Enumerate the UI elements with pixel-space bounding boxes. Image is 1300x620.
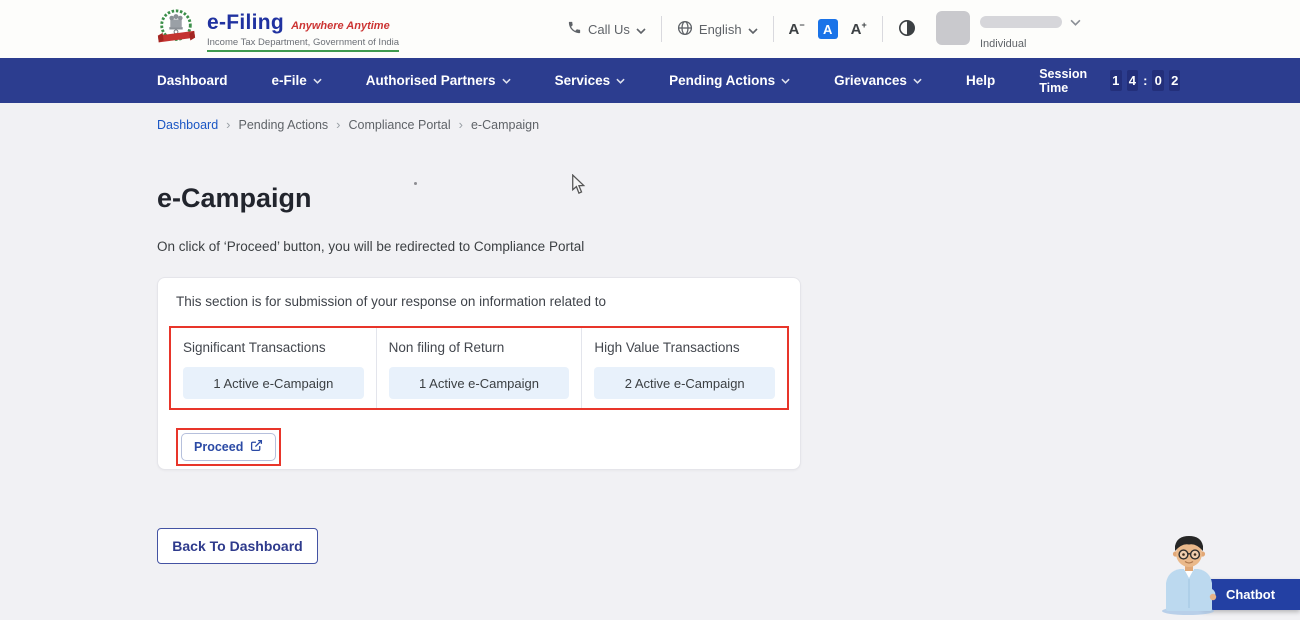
divider <box>881 16 883 42</box>
category-non-filing-of-return: Non filing of Return 1 Active e-Campaign <box>377 328 583 408</box>
nav-item-pending-actions[interactable]: Pending Actions <box>669 73 790 88</box>
nav-item-authorised-partners[interactable]: Authorised Partners <box>366 73 511 88</box>
main-navbar: Dashboard e-File Authorised Partners Ser… <box>0 58 1300 103</box>
call-us-label: Call Us <box>588 21 630 37</box>
language-menu[interactable]: English <box>677 20 758 39</box>
active-campaign-badge: 2 Active e-Campaign <box>594 367 776 399</box>
categories-highlight-box: Significant Transactions 1 Active e-Camp… <box>169 326 789 410</box>
category-label: Non filing of Return <box>388 340 505 355</box>
font-increase-button[interactable]: A+ <box>851 21 867 38</box>
contrast-toggle[interactable] <box>898 19 916 40</box>
category-significant-transactions: Significant Transactions 1 Active e-Camp… <box>171 328 377 408</box>
chevron-down-icon <box>913 78 922 84</box>
breadcrumb-compliance-portal[interactable]: Compliance Portal <box>349 118 451 132</box>
nav-item-dashboard[interactable]: Dashboard <box>157 73 228 88</box>
header: e-Filing Anywhere Anytime Income Tax Dep… <box>0 0 1300 58</box>
font-normal-button[interactable]: A <box>817 19 838 39</box>
logo-text: e-Filing Anywhere Anytime Income Tax Dep… <box>207 11 400 52</box>
proceed-highlight-box: Proceed <box>176 428 282 466</box>
mouse-cursor-icon <box>571 173 586 200</box>
call-us-menu[interactable]: Call Us <box>567 20 646 38</box>
chevron-down-icon <box>1070 13 1081 31</box>
language-label: English <box>698 21 742 37</box>
page-subtitle: On click of ‘Proceed’ button, you will b… <box>157 239 585 254</box>
nav-item-services[interactable]: Services <box>555 73 626 88</box>
chevron-down-icon <box>636 22 646 37</box>
user-name-redacted <box>980 16 1062 28</box>
session-digit: 0 <box>1152 70 1164 91</box>
active-campaign-badge: 1 Active e-Campaign <box>183 367 364 399</box>
globe-icon <box>677 20 693 39</box>
chevron-down-icon <box>747 22 758 37</box>
external-link-icon <box>250 439 263 455</box>
logo-subtitle: Income Tax Department, Government of Ind… <box>207 37 400 52</box>
font-decrease-button[interactable]: A− <box>789 21 805 38</box>
chevron-down-icon <box>781 78 790 84</box>
breadcrumb-separator: › <box>336 117 341 132</box>
e-filing-portal-screen: e-Filing Anywhere Anytime Income Tax Dep… <box>0 0 1300 617</box>
logo-tagline: Anywhere Anytime <box>291 20 390 32</box>
card-intro-text: This section is for submission of your r… <box>176 294 606 309</box>
avatar <box>936 11 970 45</box>
e-campaign-card: This section is for submission of your r… <box>157 277 801 470</box>
back-to-dashboard-button[interactable]: Back To Dashboard <box>157 528 318 564</box>
chevron-down-icon <box>501 78 511 84</box>
breadcrumb-e-campaign: e-Campaign <box>470 117 540 132</box>
session-digit: 4 <box>1126 70 1139 91</box>
phone-icon <box>567 20 582 38</box>
user-type-label: Individual <box>980 38 1027 50</box>
nav-item-help[interactable]: Help <box>966 73 995 88</box>
user-menu[interactable]: Individual <box>936 11 1081 50</box>
chevron-down-icon <box>616 78 625 84</box>
category-label: High Value Transactions <box>594 340 740 355</box>
category-high-value-transactions: High Value Transactions 2 Active e-Campa… <box>582 328 787 408</box>
divider <box>660 16 662 42</box>
divider <box>772 16 774 42</box>
breadcrumb-pending-actions[interactable]: Pending Actions <box>239 118 329 132</box>
nav-item-e-file[interactable]: e-File <box>272 73 322 88</box>
font-size-controls: A− A A+ <box>789 19 867 39</box>
chevron-down-icon <box>313 78 322 84</box>
session-digit: 1 <box>1110 70 1122 91</box>
header-controls: Call Us English A− A A+ <box>567 0 916 58</box>
chatbot-avatar-icon[interactable] <box>1154 531 1224 615</box>
logo-title: e-Filing <box>207 11 285 34</box>
nav-item-grievances[interactable]: Grievances <box>834 73 922 88</box>
session-colon: : <box>1143 73 1148 88</box>
session-digit: 2 <box>1168 70 1181 91</box>
session-time-label: Session Time <box>1039 66 1088 95</box>
main-content: Dashboard › Pending Actions › Compliance… <box>0 103 1300 617</box>
breadcrumb: Dashboard › Pending Actions › Compliance… <box>157 117 539 132</box>
breadcrumb-separator: › <box>226 117 231 132</box>
breadcrumb-dashboard[interactable]: Dashboard <box>157 118 218 132</box>
active-campaign-badge: 1 Active e-Campaign <box>388 367 570 399</box>
user-meta: Individual <box>980 11 1081 50</box>
page-title: e-Campaign <box>157 183 312 213</box>
session-timer: Session Time 1 4 : 0 2 <box>1039 66 1181 95</box>
efiling-logo[interactable]: e-Filing Anywhere Anytime Income Tax Dep… <box>155 6 400 57</box>
category-label: Significant Transactions <box>183 340 326 355</box>
contrast-icon <box>898 19 916 40</box>
income-tax-emblem-icon <box>155 6 197 57</box>
stray-dot <box>414 182 417 185</box>
proceed-button[interactable]: Proceed <box>181 433 277 461</box>
breadcrumb-separator: › <box>458 117 463 132</box>
